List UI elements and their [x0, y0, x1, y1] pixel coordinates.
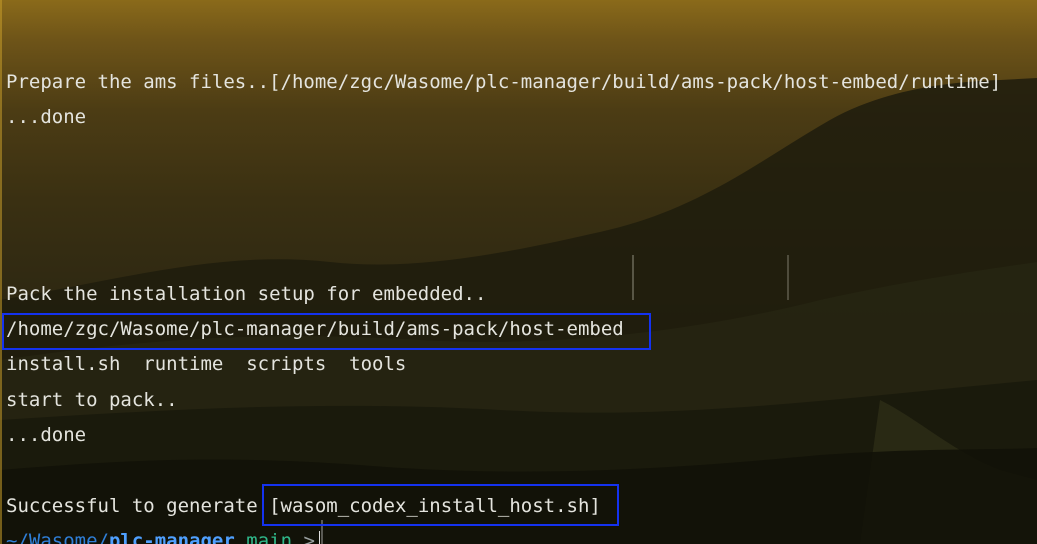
- highlight-box-filename: [262, 484, 619, 526]
- prompt-home: ~: [6, 530, 18, 544]
- prompt-path: /Wasome/: [17, 530, 109, 544]
- output-line-done-2: ...done: [6, 424, 87, 446]
- terminal-window[interactable]: Prepare the ams files..[/home/zgc/Wasome…: [0, 0, 1037, 544]
- prompt-current-dir: plc-manager: [108, 530, 235, 544]
- output-line-listing: install.sh runtime scripts tools: [6, 353, 407, 375]
- prompt-git-branch: main: [246, 530, 293, 544]
- prompt-arrow: >: [303, 530, 315, 544]
- output-line-prepare: Prepare the ams files..[/home/zgc/Wasome…: [6, 71, 1002, 93]
- shell-prompt[interactable]: ~/Wasome/plc-manager main >: [6, 529, 320, 544]
- window-edge: [0, 0, 2, 544]
- success-prefix: Successful to generate: [6, 495, 270, 517]
- text-cursor[interactable]: [318, 531, 320, 544]
- output-line-pack: Pack the installation setup for embedded…: [6, 283, 487, 305]
- output-line-path: /home/zgc/Wasome/plc-manager/build/ams-p…: [6, 318, 624, 340]
- output-line-start-pack: start to pack..: [6, 389, 178, 411]
- output-line-done-1: ...done: [6, 106, 87, 128]
